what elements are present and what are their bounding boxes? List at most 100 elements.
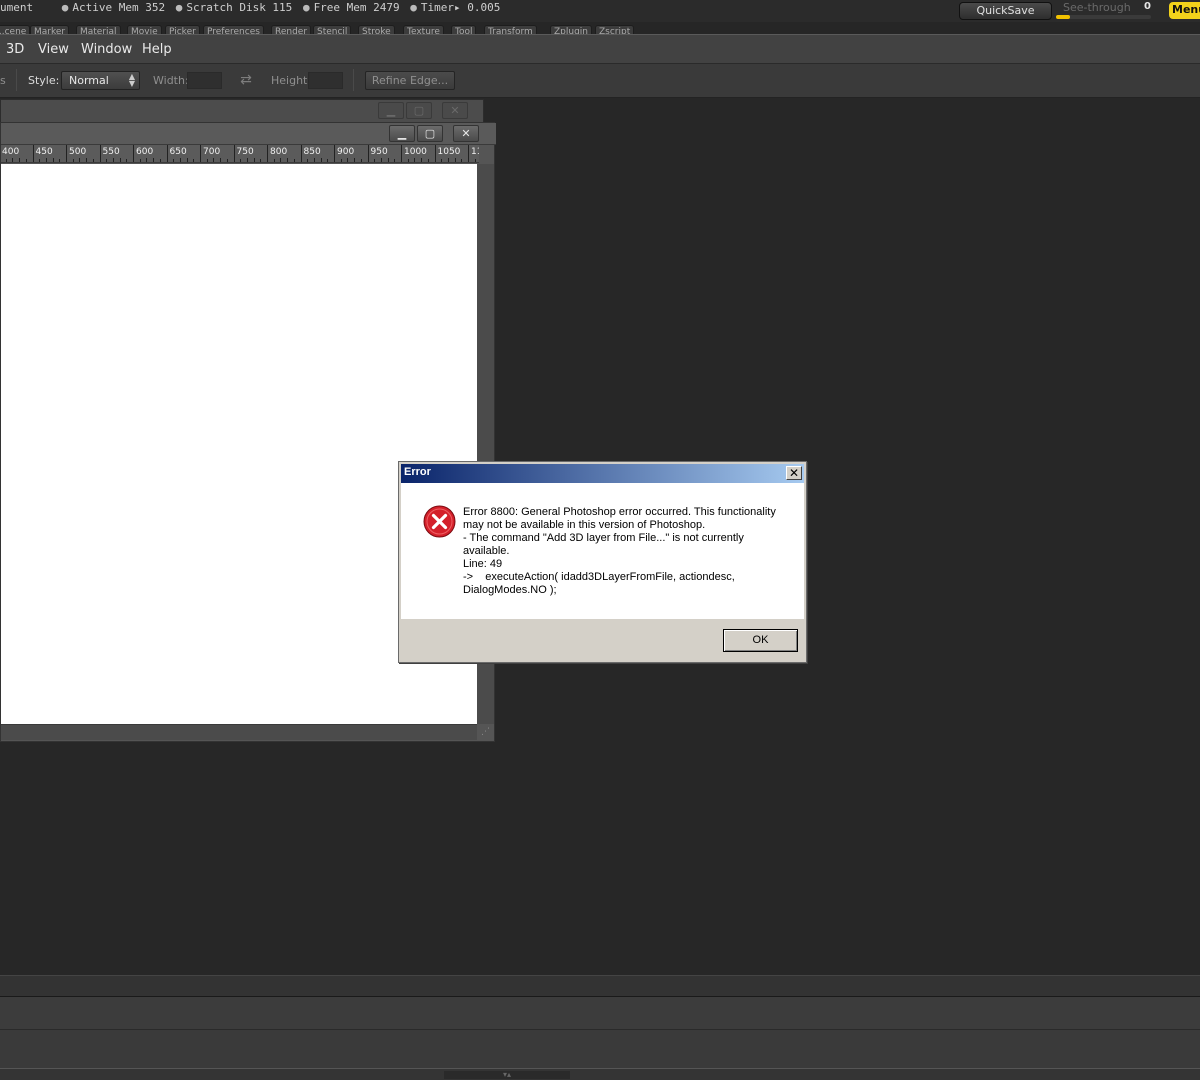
free-mem: Free Mem 2479	[313, 1, 400, 14]
ruler-minor-tick	[186, 158, 188, 162]
menus-button[interactable]: Menus	[1169, 2, 1200, 19]
see-through-track[interactable]	[1056, 15, 1151, 19]
width-field[interactable]	[187, 72, 222, 89]
dialog-close-button[interactable]: ✕	[786, 466, 802, 480]
zbrush-tab[interactable]: Material	[76, 25, 121, 34]
ruler-minor-tick	[193, 159, 195, 162]
ruler-label: 900	[337, 147, 355, 157]
maximize-icon[interactable]: ▢	[406, 102, 432, 119]
zbrush-tab[interactable]: Zscript	[595, 25, 635, 34]
zbrush-tab[interactable]: Stroke	[358, 25, 395, 34]
zbrush-tab[interactable]: Zplugin	[550, 25, 593, 34]
bullet-icon: ●	[302, 1, 310, 14]
zbrush-tab[interactable]: Movie	[127, 25, 162, 34]
ruler-minor-tick	[52, 158, 54, 162]
error-message-line: Line: 49	[463, 558, 503, 570]
zbrush-tab[interactable]: ...cene	[0, 25, 31, 34]
ruler-minor-tick	[387, 158, 389, 162]
bottom-tray	[0, 997, 1200, 1030]
ruler-minor-tick	[280, 158, 282, 162]
zbrush-tab[interactable]: Picker	[165, 25, 200, 34]
ruler-major-tick	[133, 145, 134, 162]
horizontal-ruler[interactable]: 400 450 500 550 600 650 700 750 800 850 900 950 1000…	[1, 145, 479, 163]
ruler-minor-tick	[72, 159, 74, 162]
refine-edge-button[interactable]: Refine Edge...	[365, 71, 455, 90]
ruler-minor-tick	[327, 159, 329, 162]
style-select[interactable]: Normal ▲ ▼	[61, 71, 140, 90]
active-mem: Active Mem 352	[72, 1, 166, 14]
menu-view[interactable]: View	[38, 42, 69, 57]
zbrush-tab[interactable]: Stencil	[313, 25, 352, 34]
minimize-icon[interactable]: ▁	[378, 102, 404, 119]
ruler-minor-tick	[119, 158, 121, 162]
ruler-minor-tick	[447, 158, 449, 162]
error-message-line: available.	[463, 545, 510, 557]
menu-help[interactable]: Help	[142, 42, 172, 57]
ruler-minor-tick	[19, 158, 21, 162]
resize-grip-icon[interactable]: ⋰	[478, 725, 493, 739]
doc-name-fragment: ument	[0, 1, 34, 14]
ruler-minor-tick	[407, 159, 409, 162]
menu-3d[interactable]: 3D	[6, 42, 24, 57]
ruler-minor-tick	[287, 158, 289, 162]
zbrush-tab[interactable]: Preferences	[203, 25, 264, 34]
options-divider	[16, 69, 17, 91]
menu-bar: 3D View Window Help	[0, 34, 1200, 64]
ruler-minor-tick	[226, 159, 228, 162]
ruler-major-tick	[233, 145, 235, 162]
close-icon[interactable]: ✕	[453, 125, 479, 142]
ruler-minor-tick	[421, 158, 423, 162]
ruler-minor-tick	[354, 158, 356, 162]
bullet-icon: ●	[410, 1, 417, 14]
ruler-minor-tick	[394, 159, 396, 162]
ruler-major-tick	[434, 145, 436, 162]
ruler-label: 950	[370, 147, 388, 157]
ruler-minor-tick	[153, 158, 155, 162]
background-document-window: ▁ ▢ ✕	[0, 99, 484, 123]
zbrush-tab[interactable]: Tool	[451, 25, 477, 34]
ruler-minor-tick	[5, 159, 7, 162]
ruler-label: 1000	[404, 147, 427, 157]
ruler-major-tick	[401, 145, 402, 162]
ok-button[interactable]: OK	[723, 629, 798, 652]
dialog-titlebar[interactable]: Error ✕	[401, 464, 804, 483]
height-field[interactable]	[308, 72, 343, 89]
error-icon	[423, 505, 456, 538]
ruler-label: 750	[236, 147, 254, 157]
ruler-minor-tick	[253, 158, 255, 162]
document-titlebar[interactable]: ▁ ▢ ✕	[1, 123, 496, 145]
ruler-minor-tick	[360, 159, 362, 162]
minimize-icon[interactable]: ▁	[389, 125, 415, 142]
ruler-minor-tick	[139, 159, 141, 162]
ruler-minor-tick	[461, 159, 463, 162]
bottom-tray	[0, 1030, 1200, 1068]
ruler-minor-tick	[414, 158, 416, 162]
horizontal-scrollbar[interactable]	[1, 724, 477, 740]
ruler-minor-tick	[45, 158, 47, 162]
ruler-label: 400	[2, 147, 20, 157]
style-select-value: Normal	[69, 74, 109, 87]
dialog-footer: OK	[401, 619, 804, 660]
ruler-label: 700	[203, 147, 221, 157]
zbrush-tab[interactable]: Texture	[403, 25, 444, 34]
bottom-edge	[0, 1068, 1200, 1080]
swap-arrows-icon[interactable]: ⇄	[237, 72, 255, 88]
see-through-slider[interactable]: See-through 0	[1056, 0, 1156, 22]
ruler-major-tick	[166, 145, 168, 162]
timer: Timer▸ 0.005	[420, 1, 501, 14]
updown-arrows-icon: ▲ ▼	[128, 72, 135, 88]
ruler-minor-tick	[206, 159, 208, 162]
see-through-fill[interactable]	[1056, 15, 1070, 19]
menu-window[interactable]: Window	[81, 42, 132, 57]
ruler-minor-tick	[260, 159, 262, 162]
zbrush-tab[interactable]: Transform	[484, 25, 537, 34]
close-icon[interactable]: ✕	[442, 102, 468, 119]
quicksave-button[interactable]: QuickSave	[959, 2, 1052, 20]
bottom-shelf	[0, 975, 1200, 997]
zbrush-tab[interactable]: Marker	[30, 25, 70, 34]
zbrush-tab[interactable]: Render	[271, 25, 312, 34]
collapse-handle-icon[interactable]: ▾▴	[444, 1071, 570, 1079]
zbrush-status-text: ument ● Active Mem 352 ● Scratch Disk 115 …	[0, 1, 500, 14]
bullet-icon: ●	[175, 1, 183, 14]
maximize-icon[interactable]: ▢	[417, 125, 443, 142]
